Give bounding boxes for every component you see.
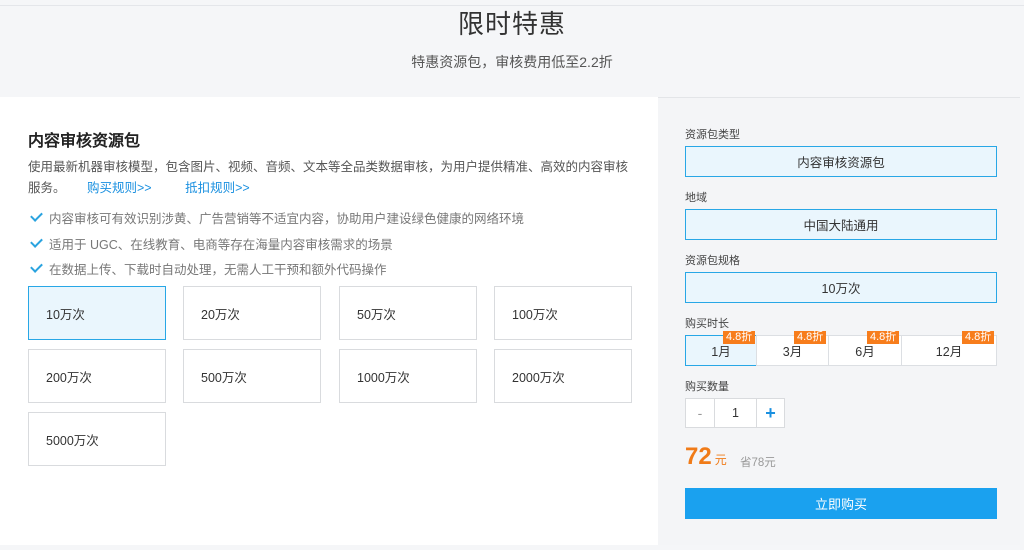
purchase-rules-link[interactable]: 购买规则>>: [87, 181, 152, 195]
option-1000w[interactable]: 1000万次: [339, 349, 477, 403]
feature-item: 适用于 UGC、在线教育、电商等存在海量内容审核需求的场景: [28, 234, 393, 253]
saving-text: 省78元: [740, 457, 776, 469]
quantity-decrease-button[interactable]: -: [685, 398, 715, 428]
region-select[interactable]: 中国大陆通用: [685, 209, 997, 240]
price-amount: 72: [685, 443, 712, 470]
package-type-select[interactable]: 内容审核资源包: [685, 146, 997, 177]
discount-badge: 4.8折: [794, 331, 827, 344]
option-2000w[interactable]: 2000万次: [494, 349, 632, 403]
check-icon: [30, 235, 43, 248]
option-10w[interactable]: 10万次: [28, 286, 166, 340]
package-type-label: 资源包类型: [685, 129, 740, 141]
discount-badge: 4.8折: [723, 331, 756, 344]
option-100w[interactable]: 100万次: [494, 286, 632, 340]
feature-item: 在数据上传、下载时自动处理，无需人工干预和额外代码操作: [28, 259, 387, 278]
feature-item: 内容审核可有效识别涉黄、广告营销等不适宜内容，协助用户建设绿色健康的网络环境: [28, 208, 524, 227]
deduction-rules-link[interactable]: 抵扣规则>>: [185, 181, 250, 195]
feature-text: 内容审核可有效识别涉黄、广告营销等不适宜内容，协助用户建设绿色健康的网络环境: [49, 212, 525, 226]
spec-label: 资源包规格: [685, 255, 740, 267]
check-icon: [30, 260, 43, 273]
quantity-increase-button[interactable]: +: [756, 398, 785, 428]
feature-text: 在数据上传、下载时自动处理，无需人工干预和额外代码操作: [49, 263, 387, 277]
package-title: 内容审核资源包: [28, 133, 141, 150]
price-unit: 元: [714, 453, 727, 467]
discount-badge: 4.8折: [867, 331, 900, 344]
region-label: 地域: [685, 192, 707, 204]
option-200w[interactable]: 200万次: [28, 349, 166, 403]
feature-text: 适用于 UGC、在线教育、电商等存在海量内容审核需求的场景: [49, 238, 393, 252]
discount-badge: 4.8折: [962, 331, 995, 344]
page-title: 限时特惠: [457, 9, 566, 39]
quantity-label: 购买数量: [685, 381, 729, 393]
buy-now-button[interactable]: 立即购买: [685, 488, 997, 519]
duration-label: 购买时长: [685, 318, 729, 330]
spec-select[interactable]: 10万次: [685, 272, 997, 303]
price: 72 元: [685, 443, 727, 471]
option-50w[interactable]: 50万次: [339, 286, 477, 340]
option-500w[interactable]: 500万次: [183, 349, 321, 403]
package-description: 使用最新机器审核模型，包含图片、视频、音频、文本等全品类数据审核，为用户提供精准…: [28, 157, 638, 199]
page-subtitle: 特惠资源包，审核费用低至2.2折: [411, 54, 613, 70]
option-5000w[interactable]: 5000万次: [28, 412, 166, 466]
option-20w[interactable]: 20万次: [183, 286, 321, 340]
check-icon: [30, 209, 43, 222]
quantity-input[interactable]: 1: [714, 398, 757, 428]
